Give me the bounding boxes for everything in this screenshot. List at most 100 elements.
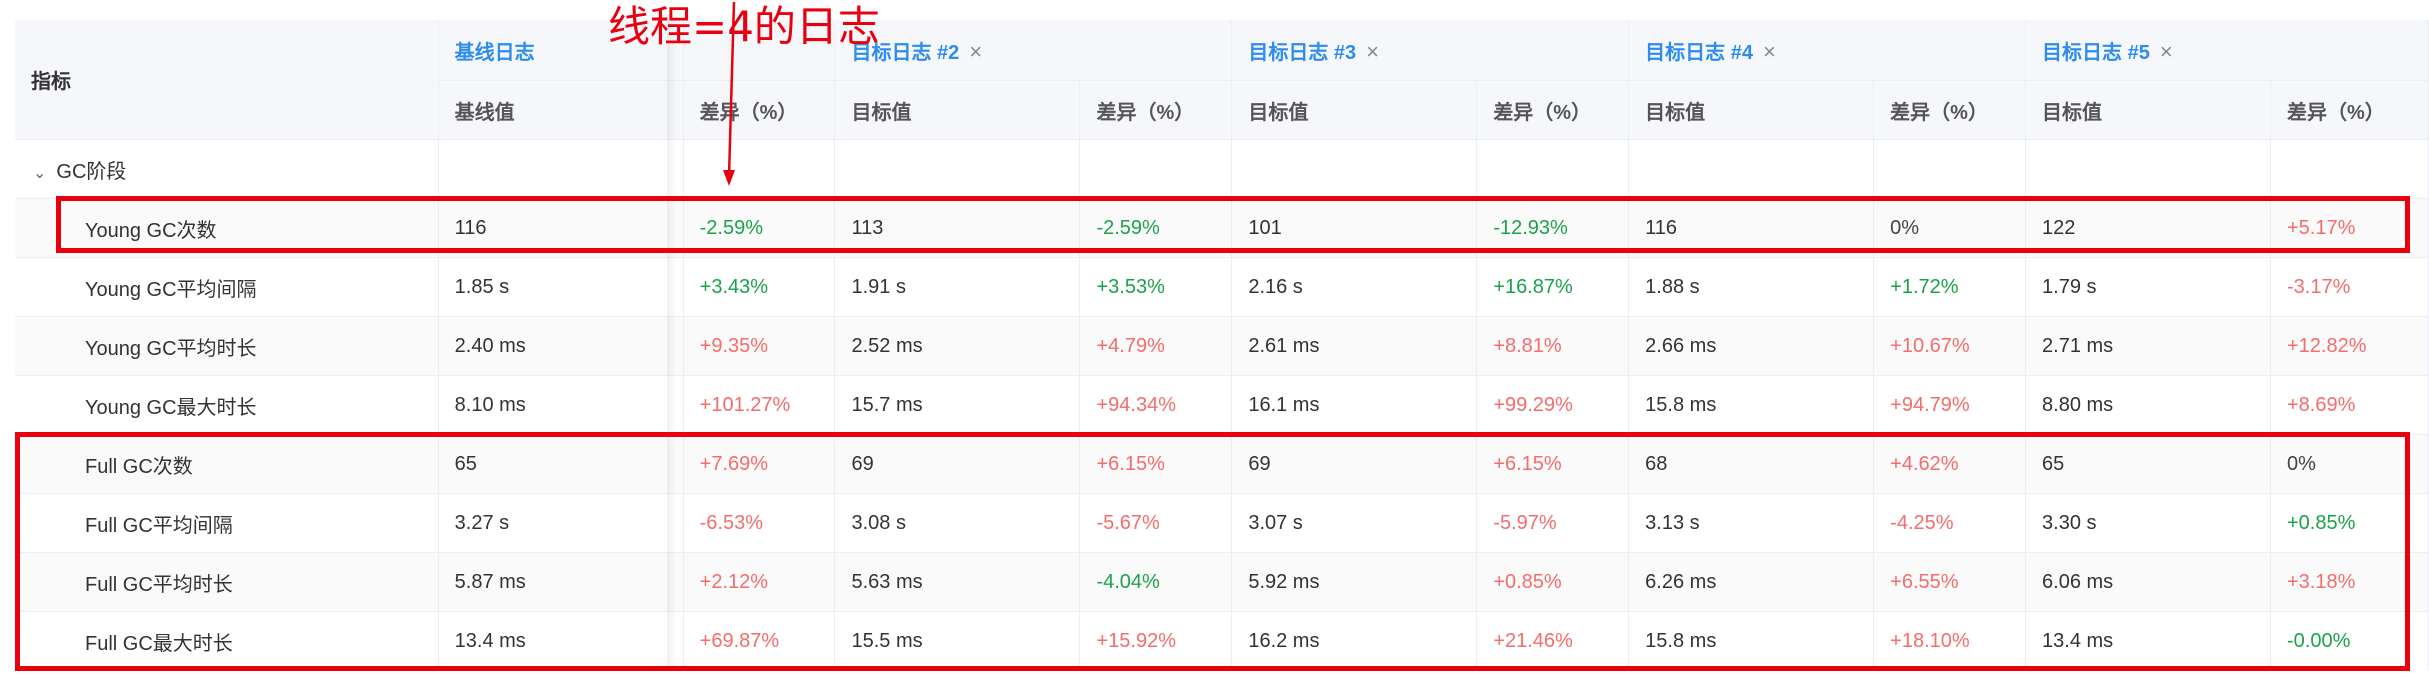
table-body: ⌄ GC阶段 Young GC次数 116 -2.59% 113 -2.59% 101 -12… [15, 139, 2429, 670]
target-log-link-5[interactable]: 目标日志 #5 [2042, 42, 2150, 64]
diff-cell: +6.15% [1476, 434, 1630, 494]
table-row: Full GC最大时长 13.4 ms +69.87% 15.5 ms +15.92% 1… [15, 611, 2429, 670]
table-row: Young GC次数 116 -2.59% 113 -2.59% 101 -12.93% 11… [15, 198, 2429, 258]
target-value-cell: 5.92 ms [1231, 552, 1478, 612]
target-log-header-5[interactable]: 目标日志 #5 × [2025, 20, 2429, 81]
diff-cell: +21.46% [1476, 611, 1630, 670]
diff-cell: +6.55% [1873, 552, 2027, 612]
target-value-cell: 3.08 s [834, 493, 1081, 553]
diff-cell: +2.12% [683, 552, 836, 612]
close-icon[interactable]: × [2160, 39, 2173, 64]
gc-comparison-table: 指标 基线日志 目标日志 #2 × 目标日志 #3 × 目标日志 #4 × 目标日志 … [15, 20, 2429, 670]
baseline-value-cell: 13.4 ms [438, 611, 684, 670]
target-value-cell: 16.2 ms [1231, 611, 1478, 670]
diff-cell: -5.97% [1476, 493, 1630, 553]
diff-header: 差异（%） [1079, 80, 1233, 140]
target-log-header-2[interactable]: 目标日志 #2 × [834, 20, 1233, 81]
comparison-table-container: 指标 基线日志 目标日志 #2 × 目标日志 #3 × 目标日志 #4 × 目标日志 … [15, 20, 2429, 670]
target-value-cell: 1.91 s [834, 257, 1081, 317]
target-value-cell: 2.61 ms [1231, 316, 1478, 376]
target-value-cell: 5.63 ms [834, 552, 1081, 612]
target-value-cell: 15.8 ms [1628, 611, 1875, 670]
diff-cell: +0.85% [1476, 552, 1630, 612]
diff-cell: -4.04% [1079, 552, 1233, 612]
close-icon[interactable]: × [969, 39, 982, 64]
diff-cell: +94.34% [1079, 375, 1233, 435]
target-value-cell: 13.4 ms [2025, 611, 2271, 670]
diff-cell: -4.25% [1873, 493, 2027, 553]
diff-cell: +5.17% [2270, 198, 2429, 258]
close-icon[interactable]: × [1763, 39, 1776, 64]
diff-cell: +1.72% [1873, 257, 2027, 317]
target-value-cell: 8.80 ms [2025, 375, 2271, 435]
target-value-cell: 68 [1628, 434, 1875, 494]
diff-header: 差异（%） [2270, 80, 2429, 140]
diff-cell: +15.92% [1079, 611, 1233, 670]
diff-cell: -0.00% [2270, 611, 2429, 670]
diff-cell: -3.17% [2270, 257, 2429, 317]
diff-cell: +4.62% [1873, 434, 2027, 494]
target-log-header-3[interactable]: 目标日志 #3 × [1231, 20, 1630, 81]
diff-cell: 0% [2270, 434, 2429, 494]
baseline-value-cell: 2.40 ms [438, 316, 684, 376]
target-value-cell: 2.16 s [1231, 257, 1478, 317]
diff-cell: +9.35% [683, 316, 836, 376]
target-value-cell: 2.66 ms [1628, 316, 1875, 376]
diff-cell: +18.10% [1873, 611, 2027, 670]
diff-cell: -2.59% [683, 198, 836, 258]
diff-cell: +69.87% [683, 611, 836, 670]
diff-cell: -2.59% [1079, 198, 1233, 258]
group-row-gc[interactable]: ⌄ GC阶段 [15, 139, 2429, 199]
diff-cell: +10.67% [1873, 316, 2027, 376]
target-value-cell: 3.13 s [1628, 493, 1875, 553]
target-value-cell: 6.26 ms [1628, 552, 1875, 612]
target-value-cell: 15.5 ms [834, 611, 1081, 670]
target-log-link-4[interactable]: 目标日志 #4 [1645, 42, 1753, 64]
baseline-value-cell: 3.27 s [438, 493, 684, 553]
target-value-header: 目标值 [2025, 80, 2271, 140]
metric-name-cell: Full GC最大时长 [15, 611, 439, 670]
target-value-cell: 69 [834, 434, 1081, 494]
target-value-cell: 2.71 ms [2025, 316, 2271, 376]
target-value-cell: 116 [1628, 198, 1875, 258]
diff-cell: +3.53% [1079, 257, 1233, 317]
metric-name-cell: Young GC平均间隔 [15, 257, 439, 317]
target-value-cell: 1.79 s [2025, 257, 2271, 317]
target-log-link-3[interactable]: 目标日志 #3 [1248, 42, 1356, 64]
metric-name-cell: Full GC次数 [15, 434, 439, 494]
diff-cell: -5.67% [1079, 493, 1233, 553]
target-value-header: 目标值 [1628, 80, 1875, 140]
annotation-label: 线程=4的日志 [608, 2, 880, 51]
target-value-cell: 122 [2025, 198, 2271, 258]
target-value-cell: 6.06 ms [2025, 552, 2271, 612]
target-value-cell: 2.52 ms [834, 316, 1081, 376]
group-label: GC阶段 [56, 160, 127, 183]
metric-column-header: 指标 [15, 20, 439, 140]
table-row: Young GC最大时长 8.10 ms +101.27% 15.7 ms +94.34… [15, 375, 2429, 435]
diff-header: 差异（%） [1873, 80, 2027, 140]
target-value-cell: 15.7 ms [834, 375, 1081, 435]
close-icon[interactable]: × [1366, 39, 1379, 64]
baseline-log-link[interactable]: 基线日志 [455, 42, 535, 64]
target-value-cell: 16.1 ms [1231, 375, 1478, 435]
table-row: Full GC平均间隔 3.27 s -6.53% 3.08 s -5.67% 3.07 … [15, 493, 2429, 553]
table-row: Young GC平均时长 2.40 ms +9.35% 2.52 ms +4.79% 2.… [15, 316, 2429, 376]
target-log-header-4[interactable]: 目标日志 #4 × [1628, 20, 2027, 81]
diff-cell: +12.82% [2270, 316, 2429, 376]
diff-cell: +94.79% [1873, 375, 2027, 435]
group-cell[interactable]: ⌄ GC阶段 [15, 139, 439, 199]
diff-cell: +3.43% [683, 257, 836, 317]
metric-name-cell: Young GC最大时长 [15, 375, 439, 435]
target-value-header: 目标值 [1231, 80, 1478, 140]
metric-name-cell: Young GC平均时长 [15, 316, 439, 376]
target-value-cell: 3.30 s [2025, 493, 2271, 553]
diff-cell: +101.27% [683, 375, 836, 435]
diff-cell: +0.85% [2270, 493, 2429, 553]
diff-cell: +8.69% [2270, 375, 2429, 435]
chevron-down-icon[interactable]: ⌄ [33, 163, 46, 183]
target-value-cell: 1.88 s [1628, 257, 1875, 317]
diff-cell: -6.53% [683, 493, 836, 553]
diff-header: 差异（%） [1476, 80, 1630, 140]
diff-cell: +99.29% [1476, 375, 1630, 435]
target-value-cell: 65 [2025, 434, 2271, 494]
